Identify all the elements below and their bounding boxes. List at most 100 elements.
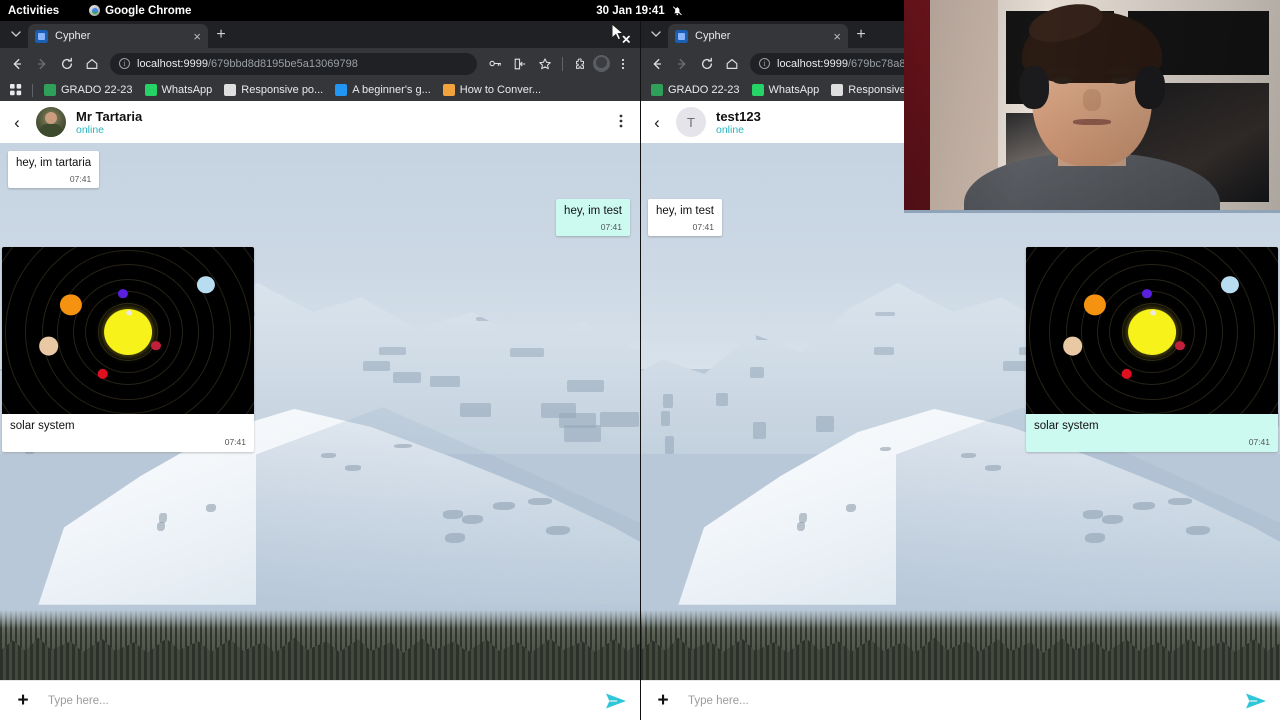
nav-toolbar-left: i localhost:9999/679bbd8d8195be5a1306979… — [0, 48, 640, 79]
bookmark-favicon — [224, 84, 237, 96]
bookmark-item[interactable]: WhatsApp — [139, 81, 219, 99]
sun — [104, 309, 152, 356]
chat-contact-meta: Mr Tartaria online — [76, 109, 602, 136]
send-paper-plane-icon[interactable] — [602, 692, 630, 710]
message-bubble-image[interactable]: solar system 07:41 — [1026, 247, 1278, 452]
send-paper-plane-icon[interactable] — [1242, 692, 1270, 710]
message-text: hey, im test — [656, 205, 714, 217]
back-chevron-icon[interactable]: ‹ — [648, 114, 666, 131]
kebab-menu-icon[interactable] — [612, 113, 630, 132]
message-time: 07:41 — [692, 222, 714, 232]
bookmark-favicon — [751, 84, 764, 96]
message-bubble[interactable]: hey, im tartaria 07:41 — [8, 151, 100, 188]
home-button[interactable] — [80, 52, 104, 76]
extensions-puzzle-icon[interactable] — [568, 52, 592, 76]
solar-system-image[interactable] — [2, 247, 254, 414]
message-input[interactable] — [36, 694, 602, 707]
browser-window-left: Cypher × + i localhost:9999/679bbd8d8195… — [0, 21, 640, 720]
new-tab-button[interactable]: + — [208, 23, 234, 47]
chrome-chrome-left: Cypher × + i localhost:9999/679bbd8d8195… — [0, 21, 640, 101]
bookmark-label: A beginner's g... — [352, 84, 431, 96]
message-composer-right: + — [640, 680, 1280, 720]
attach-plus-button[interactable]: + — [650, 691, 676, 710]
bookmark-item[interactable]: A beginner's g... — [329, 81, 437, 99]
planet-white-inner — [126, 310, 133, 316]
tab-cypher[interactable]: Cypher × — [668, 24, 848, 48]
cursor-with-x — [610, 22, 632, 50]
tab-search-icon[interactable] — [4, 22, 28, 46]
toolbar-actions-left — [483, 52, 635, 76]
chrome-icon — [89, 5, 101, 16]
chat-body-right: hey, im test 07:41 solar system 07:41 — [640, 143, 1280, 680]
back-button[interactable] — [5, 52, 29, 76]
message-input[interactable] — [676, 694, 1242, 707]
message-bubble[interactable]: hey, im test 07:41 — [648, 199, 722, 236]
bell-slash-icon — [672, 5, 684, 17]
bookmark-item[interactable]: How to Conver... — [437, 81, 547, 99]
site-info-icon[interactable]: i — [759, 58, 770, 69]
bookmark-item[interactable]: GRADO 22-23 — [645, 81, 746, 99]
solar-system-image[interactable] — [1026, 247, 1278, 414]
url-path: /679bbd8d8195be5a13069798 — [207, 57, 358, 70]
bookmark-label: WhatsApp — [161, 84, 213, 96]
tab-search-icon[interactable] — [644, 22, 668, 46]
planet-red — [1121, 368, 1133, 379]
webcam-overlay — [904, 0, 1280, 213]
close-icon[interactable]: × — [833, 30, 841, 43]
bookmark-label: How to Conver... — [459, 84, 542, 96]
forward-button[interactable] — [670, 52, 694, 76]
bookmark-label: WhatsApp — [768, 84, 820, 96]
apps-grid-icon[interactable] — [5, 81, 27, 99]
image-caption: solar system — [10, 420, 75, 432]
planet-red — [97, 368, 109, 379]
tab-strip-left: Cypher × + — [0, 21, 640, 48]
url-host: localhost:9999 — [137, 57, 208, 70]
url-text: localhost:9999/679bbd8d8195be5a13069798 — [137, 58, 358, 70]
profile-avatar[interactable] — [593, 55, 610, 72]
avatar[interactable]: T — [676, 107, 706, 137]
tab-cypher[interactable]: Cypher × — [28, 24, 208, 48]
activities-button[interactable]: Activities — [8, 5, 59, 17]
new-tab-button[interactable]: + — [848, 23, 874, 47]
site-info-icon[interactable]: i — [119, 58, 130, 69]
active-app-indicator[interactable]: Google Chrome — [89, 5, 191, 17]
bookmark-favicon — [831, 84, 844, 96]
message-bubble[interactable]: hey, im test 07:41 — [556, 199, 630, 236]
home-button[interactable] — [720, 52, 744, 76]
bookmark-label: GRADO 22-23 — [668, 84, 740, 96]
close-icon[interactable]: × — [193, 30, 201, 43]
bookmark-favicon — [651, 84, 663, 96]
address-bar-left[interactable]: i localhost:9999/679bbd8d8195be5a1306979… — [110, 52, 477, 75]
bookmark-item[interactable]: WhatsApp — [746, 81, 826, 99]
reload-button[interactable] — [55, 52, 79, 76]
message-list-left: hey, im tartaria 07:41 hey, im test 07:4… — [0, 143, 640, 680]
chat-header-left: ‹ Mr Tartaria online — [0, 101, 640, 143]
bookmark-star-icon[interactable] — [533, 52, 557, 76]
back-button[interactable] — [645, 52, 669, 76]
forward-button[interactable] — [30, 52, 54, 76]
back-chevron-icon[interactable]: ‹ — [8, 114, 26, 131]
tab-title: Cypher — [695, 30, 731, 42]
planet-crimson — [1174, 340, 1185, 351]
avatar[interactable] — [36, 107, 66, 137]
message-composer-left: + — [0, 680, 640, 720]
sun — [1128, 309, 1176, 356]
reload-button[interactable] — [695, 52, 719, 76]
chrome-menu-icon[interactable] — [611, 52, 635, 76]
message-text: hey, im tartaria — [16, 157, 92, 169]
message-bubble-image[interactable]: solar system 07:41 — [2, 247, 254, 452]
password-key-icon[interactable] — [483, 52, 507, 76]
bookmark-favicon — [442, 84, 455, 96]
planet-violet — [1141, 288, 1152, 299]
message-time: 07:41 — [1248, 437, 1270, 447]
clock-area[interactable]: 30 Jan 19:41 — [596, 5, 683, 17]
bookmark-item[interactable]: Responsive po... — [218, 81, 329, 99]
contact-status: online — [76, 123, 105, 136]
message-list-right: hey, im test 07:41 solar system 07:41 — [640, 143, 1280, 680]
bookmark-item[interactable]: GRADO 22-23 — [38, 81, 139, 99]
bookmark-favicon — [44, 84, 56, 96]
install-app-icon[interactable] — [508, 52, 532, 76]
contact-name: Mr Tartaria — [76, 108, 143, 124]
attach-plus-button[interactable]: + — [10, 691, 36, 710]
toolbar-divider — [562, 56, 563, 71]
